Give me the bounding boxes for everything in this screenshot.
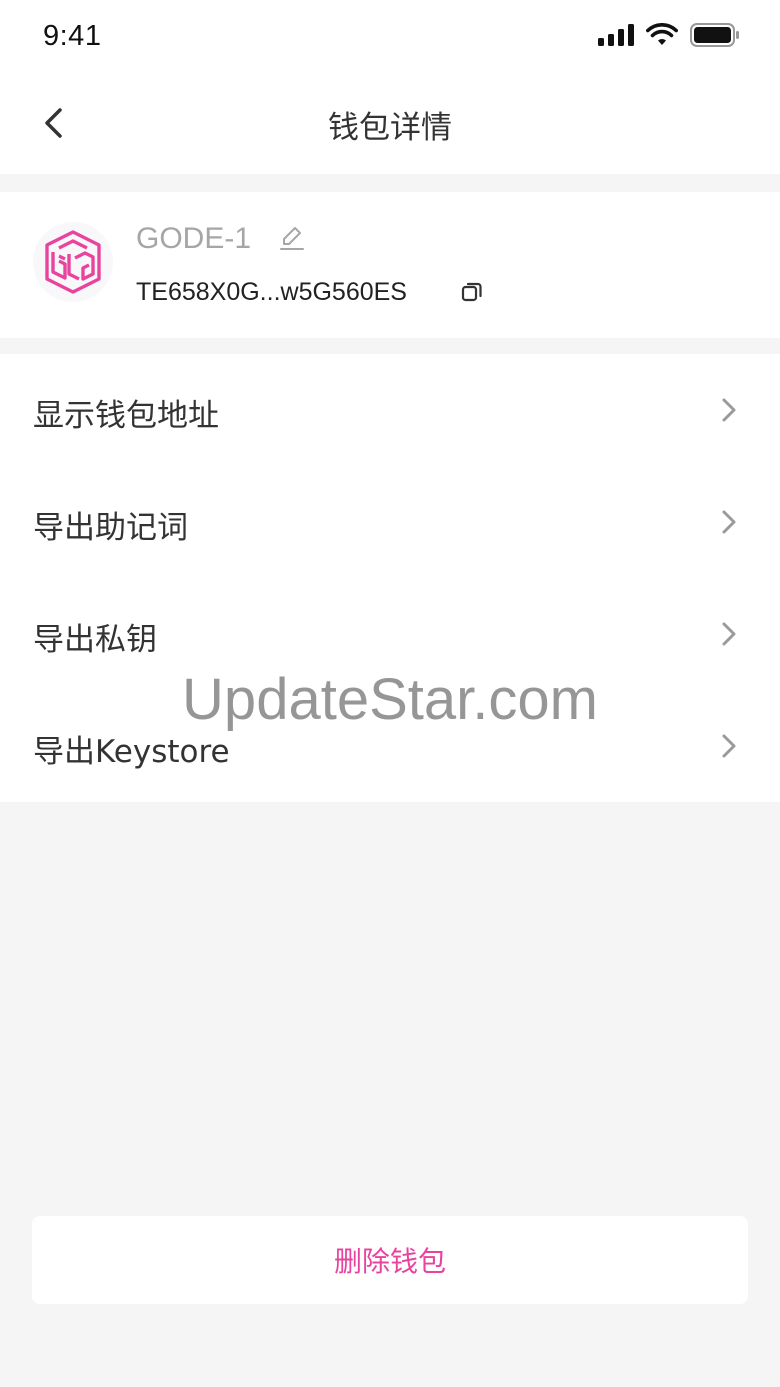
chevron-right-icon [722, 510, 736, 534]
status-time: 9:41 [43, 20, 102, 52]
menu-item-show-address[interactable]: 显示钱包地址 [0, 354, 780, 466]
signal-icon [598, 24, 634, 46]
copy-icon[interactable] [460, 280, 484, 304]
menu-item-export-mnemonic[interactable]: 导出助记词 [0, 466, 780, 578]
menu-item-label: 导出Keystore [33, 734, 230, 770]
chevron-right-icon [722, 622, 736, 646]
chevron-right-icon [722, 398, 736, 422]
page-title: 钱包详情 [328, 110, 452, 146]
wifi-icon [646, 23, 678, 45]
status-bar: 9:41 [0, 0, 780, 78]
menu-list: 显示钱包地址 导出助记词 导出私钥 导出Keystore [0, 354, 780, 802]
edit-icon[interactable] [278, 224, 306, 252]
chevron-right-icon [722, 734, 736, 758]
status-icons [598, 22, 740, 48]
wallet-logo-icon [45, 230, 101, 294]
wallet-card: GODE-1 TE658X0G...w5G560ES [0, 192, 780, 338]
delete-wallet-button[interactable]: 删除钱包 [32, 1216, 748, 1304]
wallet-name: GODE-1 [136, 222, 252, 255]
menu-item-label: 显示钱包地址 [33, 398, 219, 434]
delete-wallet-label: 删除钱包 [333, 1245, 446, 1278]
menu-item-export-keystore[interactable]: 导出Keystore [0, 690, 780, 802]
nav-bar: 钱包详情 [0, 78, 780, 174]
menu-item-label: 导出助记词 [33, 510, 188, 546]
menu-item-export-private-key[interactable]: 导出私钥 [0, 578, 780, 690]
menu-item-label: 导出私钥 [33, 622, 157, 658]
battery-icon [690, 23, 739, 47]
wallet-logo [33, 222, 113, 302]
wallet-address: TE658X0G...w5G560ES [136, 278, 407, 306]
